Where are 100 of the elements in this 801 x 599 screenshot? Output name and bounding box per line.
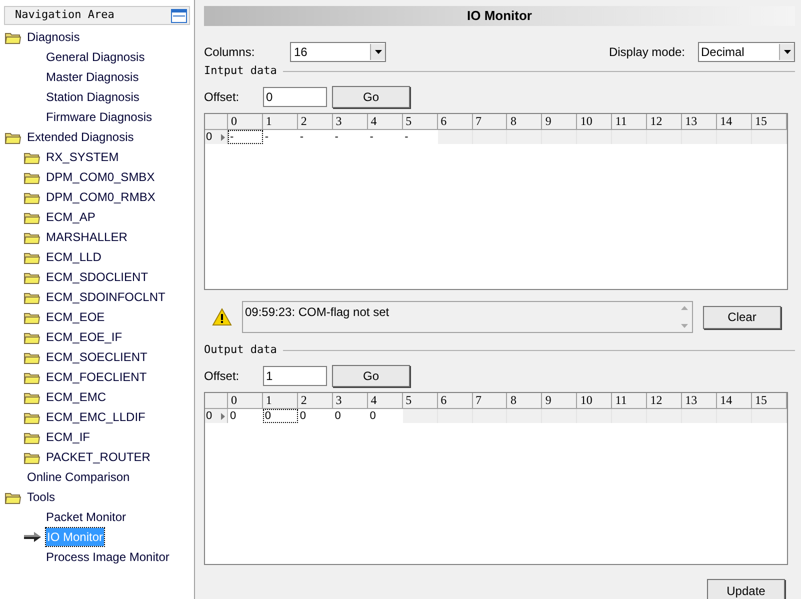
table-cell[interactable]: - (228, 130, 263, 144)
panel-title: IO Monitor (204, 6, 795, 26)
tree-item[interactable]: ECM_EMC_LLDIF (45, 408, 146, 426)
tree-item[interactable]: ECM_EOE_IF (45, 328, 124, 346)
column-header: 10 (577, 393, 612, 409)
row-header: 0 (205, 130, 212, 144)
offset-field[interactable]: 0 (263, 87, 327, 107)
tree-item[interactable]: RX_SYSTEM (45, 148, 120, 166)
row-header: 0 (205, 409, 212, 423)
column-header: 14 (717, 114, 752, 130)
column-header: 7 (472, 114, 508, 130)
column-header: 3 (332, 114, 368, 130)
tree-item[interactable]: ECM_SDOCLIENT (45, 268, 150, 286)
column-header: 3 (332, 393, 368, 409)
folder-icon (24, 370, 40, 384)
scroll-up-icon[interactable] (680, 306, 688, 310)
row-pointer-icon (220, 412, 225, 420)
display-mode-label: Display mode: (608, 44, 685, 61)
tree-item[interactable]: Firmware Diagnosis (45, 108, 154, 126)
column-header: 5 (402, 393, 438, 409)
column-header: 12 (647, 393, 682, 409)
tree-item[interactable]: Station Diagnosis (45, 88, 140, 106)
tree-item[interactable]: Online Comparison (26, 468, 131, 486)
column-header: 4 (368, 393, 403, 409)
folder-icon (24, 350, 40, 364)
go-button[interactable]: Go (332, 86, 410, 108)
tree-item[interactable]: Tools (26, 488, 56, 506)
tree-item[interactable]: ECM_SDOINFOCLNT (45, 288, 166, 306)
tree-item[interactable]: ECM_SOECLIENT (45, 348, 148, 366)
folder-icon (24, 270, 40, 284)
tree-item[interactable]: Process Image Monitor (45, 548, 170, 566)
arrow-icon (24, 532, 41, 542)
tree-item[interactable]: ECM_IF (45, 428, 92, 446)
folder-icon (24, 430, 40, 444)
go-button[interactable]: Go (332, 365, 410, 387)
display-mode-dropdown[interactable]: Decimal (698, 42, 795, 62)
tree-item[interactable]: ECM_EMC (45, 388, 108, 406)
columns-label: Columns: (204, 44, 256, 61)
column-header: 6 (438, 393, 473, 409)
column-header: 13 (682, 114, 718, 130)
tree-item[interactable]: MARSHALLER (45, 228, 128, 246)
column-header: 11 (612, 393, 648, 409)
folder-icon (24, 330, 40, 344)
update-button[interactable]: Update (707, 579, 785, 599)
section-heading: Intput data (204, 62, 277, 79)
column-header: 10 (577, 114, 612, 130)
scroll-down-icon[interactable] (680, 324, 688, 328)
tree-item[interactable]: Diagnosis (26, 28, 81, 46)
tree-item[interactable]: ECM_EOE (45, 308, 106, 326)
offset-field[interactable]: 1 (263, 366, 327, 386)
column-header: 11 (612, 114, 648, 130)
folder-icon (5, 130, 21, 144)
folder-icon (24, 450, 40, 464)
folder-icon (24, 310, 40, 324)
tree-item[interactable]: Extended Diagnosis (26, 128, 135, 146)
panel-title: Navigation Area (15, 7, 114, 24)
tree-item[interactable]: ECM_LLD (45, 248, 102, 266)
window-icon[interactable] (171, 8, 187, 22)
folder-icon (24, 210, 40, 224)
section-heading: Output data (204, 342, 277, 358)
column-header: 12 (647, 114, 682, 130)
tree-item[interactable]: ECM_FOECLIENT (45, 368, 148, 386)
column-header: 0 (228, 114, 263, 130)
column-header: 8 (507, 393, 542, 409)
columns-dropdown[interactable]: 16 (290, 42, 386, 62)
table-cell[interactable]: 0 (262, 409, 298, 423)
column-header: 2 (298, 114, 333, 130)
tree-item[interactable]: PACKET_ROUTER (45, 448, 152, 466)
folder-icon (24, 290, 40, 304)
tree-item[interactable]: Master Diagnosis (45, 68, 140, 86)
folder-icon (24, 190, 40, 204)
clear-button[interactable]: Clear (703, 306, 781, 328)
row-pointer-icon (220, 134, 225, 140)
column-header: 2 (298, 393, 333, 409)
tree-item[interactable]: ECM_AP (45, 208, 96, 226)
message-text: 09:59:23: COM-flag not set (244, 304, 390, 321)
warning-icon (212, 308, 232, 326)
folder-icon (24, 230, 40, 244)
tree-item[interactable]: DPM_COM0_RMBX (45, 188, 156, 206)
folder-icon (24, 390, 40, 404)
column-header: 13 (682, 393, 718, 409)
column-header: 15 (752, 393, 787, 409)
column-header: 1 (262, 393, 298, 409)
folder-icon (5, 30, 21, 44)
folder-icon (24, 150, 40, 164)
folder-icon (5, 490, 21, 504)
column-header: 1 (262, 114, 298, 130)
folder-icon (24, 250, 40, 264)
column-header: 0 (228, 393, 263, 409)
tree-item[interactable]: Packet Monitor (45, 508, 128, 526)
column-header: 4 (368, 114, 403, 130)
column-header: 15 (752, 114, 787, 130)
folder-icon (24, 170, 40, 184)
column-header: 9 (542, 114, 578, 130)
column-header: 8 (507, 114, 542, 130)
tree-item[interactable]: General Diagnosis (45, 48, 146, 66)
column-header: 14 (717, 393, 752, 409)
tree-item[interactable]: DPM_COM0_SMBX (45, 168, 156, 186)
column-header: 9 (542, 393, 578, 409)
offset-label: Offset: (204, 89, 240, 106)
